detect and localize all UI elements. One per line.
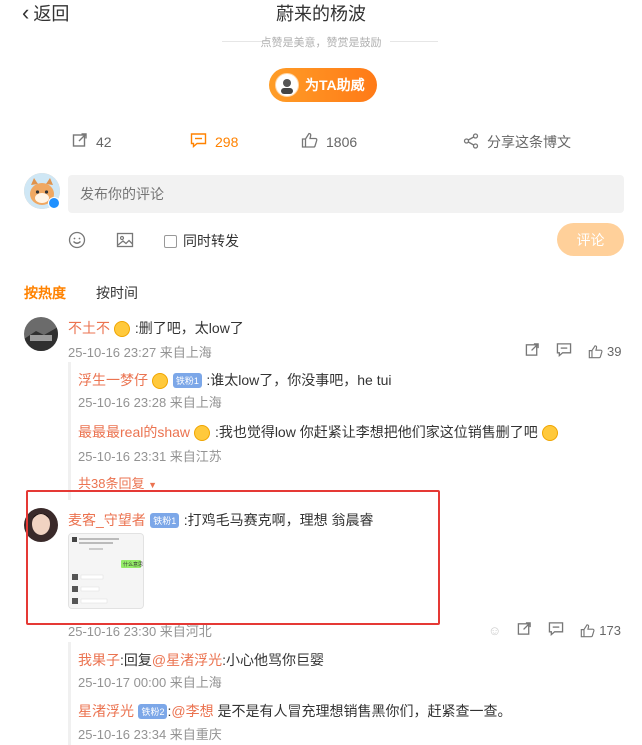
caret-down-icon: ▼ bbox=[148, 480, 158, 490]
reply: 我果子:回复@星渚浮光:小心他骂你巨婴 bbox=[78, 650, 324, 670]
emoji-icon bbox=[114, 320, 131, 337]
comment-actions: ☺ 173 bbox=[488, 621, 621, 639]
reply-time: 25-10-16 23:34 来自重庆 bbox=[78, 727, 222, 742]
repost-icon[interactable] bbox=[525, 342, 540, 360]
emoji-icon bbox=[152, 372, 169, 389]
repost-button[interactable]: 42 bbox=[72, 132, 112, 151]
thumbs-up-icon bbox=[588, 344, 603, 358]
tab-hot[interactable]: 按热度 bbox=[24, 283, 66, 303]
comment-username[interactable]: 不土不 bbox=[68, 320, 110, 336]
highlight-box bbox=[26, 490, 440, 625]
comment-text: :删了吧，太low了 bbox=[134, 320, 244, 336]
reply-text: 是不是有人冒充理想销售黑你们，赶紧查一查。 bbox=[213, 703, 512, 719]
checkbox-box[interactable] bbox=[164, 234, 177, 248]
tab-time[interactable]: 按时间 bbox=[96, 283, 138, 303]
comment-icon[interactable] bbox=[556, 342, 572, 360]
repost-icon[interactable] bbox=[517, 621, 532, 639]
comment-tab-button[interactable]: 298 bbox=[190, 132, 238, 151]
repost-checkbox[interactable]: 同时转发 bbox=[164, 231, 239, 251]
share-icon bbox=[463, 132, 479, 152]
slogan: 点赞是美意，赞赏是鼓励 bbox=[260, 37, 382, 49]
comment-count: 298 bbox=[215, 133, 239, 150]
fan-badge: 铁粉1 bbox=[172, 373, 202, 389]
more-replies-label: 共38条回复 bbox=[78, 476, 145, 491]
image-upload-button[interactable] bbox=[116, 231, 134, 254]
repost-count: 42 bbox=[96, 133, 112, 150]
comment-input[interactable] bbox=[68, 175, 624, 213]
avatar bbox=[24, 317, 58, 351]
reply: 星渚浮光 铁粉2:@李想 是不是有人冒充理想销售黑你们，赶紧查一查。 bbox=[78, 701, 511, 721]
comment-time: 25-10-16 23:27 来自上海 bbox=[68, 345, 212, 360]
mention-link[interactable]: @李想 bbox=[171, 703, 213, 719]
reply-username[interactable]: 浮生一梦仔 bbox=[78, 372, 148, 388]
cheer-button[interactable]: 为TA助威 bbox=[269, 68, 377, 102]
repost-checkbox-label: 同时转发 bbox=[183, 233, 239, 249]
reply-thread-line bbox=[68, 362, 71, 500]
reply-text: :小心他骂你巨婴 bbox=[222, 652, 324, 668]
comment-icon bbox=[190, 132, 207, 151]
avatar bbox=[275, 73, 299, 97]
reply: 浮生一梦仔 铁粉1 :谁太low了，你没事吧，he tui bbox=[78, 370, 392, 390]
like-count: 39 bbox=[607, 343, 622, 359]
reply-time: 25-10-16 23:31 来自江苏 bbox=[78, 449, 222, 464]
reply-thread-line bbox=[68, 642, 71, 745]
repost-icon bbox=[72, 132, 88, 151]
reply-time: 25-10-16 23:28 来自上海 bbox=[78, 395, 222, 410]
reply-username[interactable]: 我果子 bbox=[78, 652, 120, 668]
divider bbox=[390, 41, 438, 42]
reply-username[interactable]: 星渚浮光 bbox=[78, 703, 134, 719]
emoji-icon bbox=[194, 424, 211, 441]
comment-like-button[interactable]: 173 bbox=[580, 623, 621, 638]
reply-text: :谁太low了，你没事吧，he tui bbox=[206, 372, 392, 388]
page-title: 蔚来的杨波 bbox=[276, 4, 366, 24]
image-icon bbox=[116, 232, 134, 253]
comment-1: 不土不 :删了吧，太low了 bbox=[68, 318, 244, 338]
fan-badge: 铁粉2 bbox=[138, 704, 168, 720]
thumbs-up-icon bbox=[581, 623, 595, 637]
like-count: 1806 bbox=[326, 133, 358, 150]
share-label: 分享这条博文 bbox=[487, 134, 571, 150]
share-button[interactable]: 分享这条博文 bbox=[463, 132, 571, 152]
thumbs-up-icon bbox=[301, 132, 318, 151]
reply-prefix: :回复 bbox=[120, 652, 152, 668]
like-count: 173 bbox=[599, 622, 621, 638]
mention-link[interactable]: @星渚浮光 bbox=[152, 652, 222, 668]
comment-actions: 39 bbox=[525, 342, 621, 360]
cheer-label: 为TA助威 bbox=[305, 77, 365, 93]
submit-comment-button[interactable]: 评论 bbox=[557, 223, 624, 256]
comment-icon[interactable] bbox=[548, 621, 564, 639]
verified-icon bbox=[48, 197, 60, 209]
like-button[interactable]: 1806 bbox=[301, 132, 357, 151]
emoji-button[interactable] bbox=[68, 231, 86, 254]
grin-emoji-icon bbox=[542, 424, 559, 441]
emoji-icon[interactable]: ☺ bbox=[488, 623, 501, 638]
reply: 最最最real的shaw :我也觉得low 你赶紧让李想把他们家这位销售删了吧 bbox=[78, 422, 559, 442]
reply-username[interactable]: 最最最real的shaw bbox=[78, 424, 190, 440]
reply-time: 25-10-17 00:00 来自上海 bbox=[78, 675, 222, 690]
emoji-icon bbox=[68, 231, 86, 253]
reply-text: :我也觉得low 你赶紧让李想把他们家这位销售删了吧 bbox=[214, 424, 538, 440]
comment-like-button[interactable]: 39 bbox=[588, 344, 621, 359]
